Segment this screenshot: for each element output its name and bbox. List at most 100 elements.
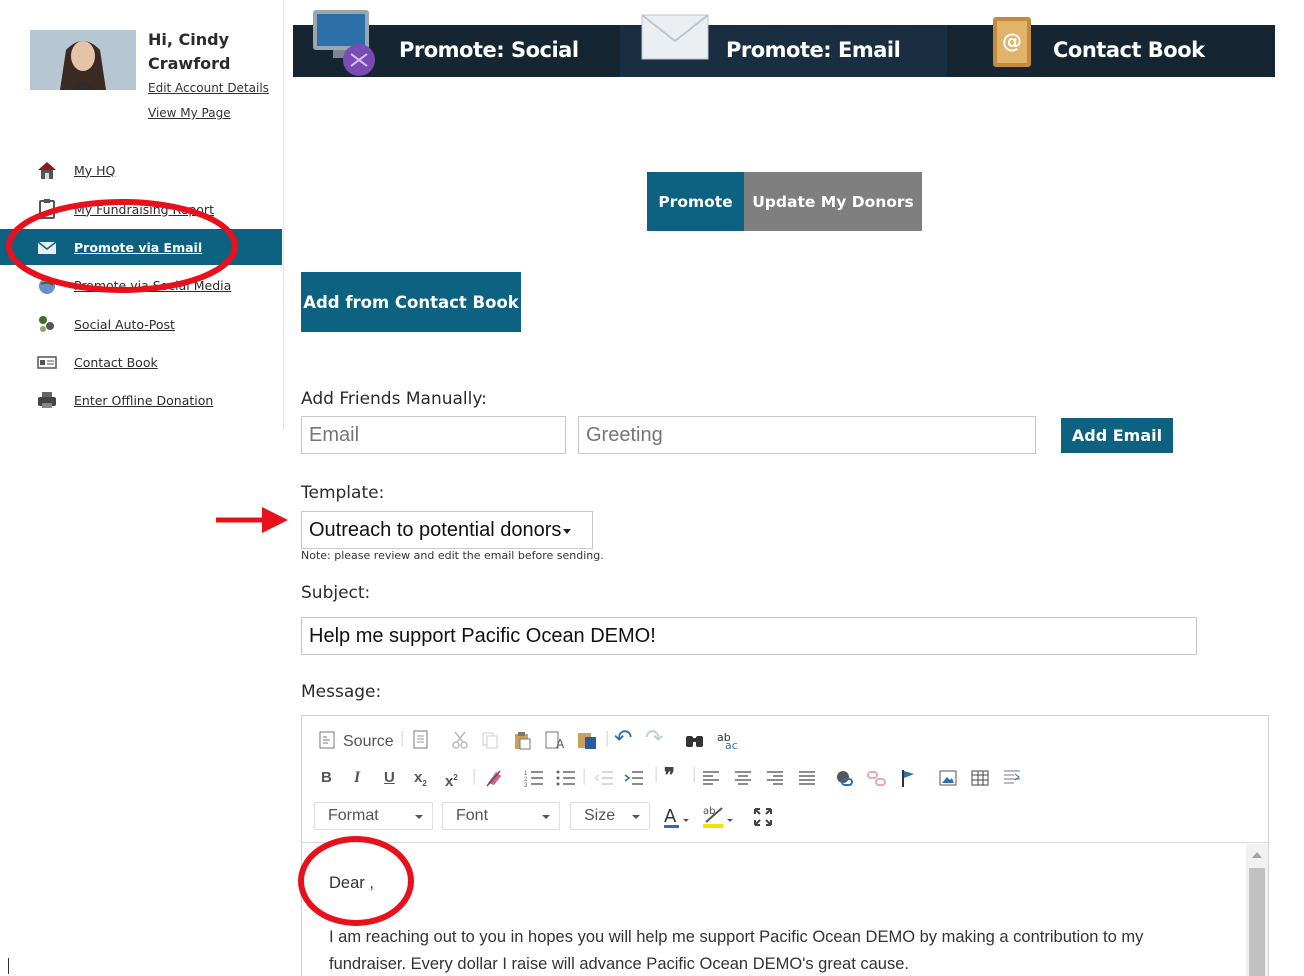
source-button[interactable]: Source <box>343 732 394 752</box>
message-body-line: I am reaching out to you in hopes you wi… <box>329 928 1144 946</box>
bullet-list-icon[interactable] <box>555 768 577 793</box>
add-friends-label: Add Friends Manually: <box>301 389 487 409</box>
chevron-down-icon <box>632 815 640 819</box>
subscript-button[interactable]: x2 <box>414 768 427 794</box>
email-input[interactable] <box>301 416 566 454</box>
toolbar-separator: | <box>692 764 697 783</box>
superscript-button[interactable]: x2 <box>445 768 458 792</box>
message-body-line: fundraiser. Every dollar I raise will ad… <box>329 955 909 973</box>
greeting-name: Hi, Cindy Crawford <box>148 28 231 76</box>
template-note: Note: please review and edit the email b… <box>301 549 604 562</box>
tab-promote-email[interactable]: Promote: Email <box>620 14 947 77</box>
add-from-contact-book-button[interactable]: Add from Contact Book <box>301 272 521 332</box>
paste-icon[interactable] <box>512 730 532 755</box>
view-my-page-link[interactable]: View My Page <box>148 106 231 120</box>
align-center-icon[interactable] <box>733 768 753 793</box>
subject-input[interactable]: Help me support Pacific Ocean DEMO! <box>301 617 1197 655</box>
tab-label: Promote: Email <box>726 38 901 62</box>
scrollbar-thumb[interactable] <box>1249 868 1265 976</box>
align-right-icon[interactable] <box>765 768 785 793</box>
underline-button[interactable]: U <box>384 768 395 788</box>
people-icon <box>36 314 58 334</box>
greeting-input[interactable] <box>578 416 1036 454</box>
source-icon[interactable] <box>318 730 338 755</box>
horizontal-rule-icon[interactable] <box>1002 768 1022 793</box>
address-book-icon: @ <box>989 15 1035 76</box>
image-icon[interactable] <box>938 768 958 793</box>
promote-button[interactable]: Promote <box>647 172 744 231</box>
chevron-down-icon <box>542 815 550 819</box>
numbered-list-icon[interactable]: 123 <box>523 768 545 793</box>
cut-icon[interactable] <box>450 730 470 755</box>
table-icon[interactable] <box>970 768 990 793</box>
editor-content[interactable]: Dear , I am reaching out to you in hopes… <box>302 844 1246 976</box>
paste-text-icon[interactable]: A <box>544 730 566 755</box>
svg-text:A: A <box>556 737 565 750</box>
svg-text:ac: ac <box>725 739 738 750</box>
dropdown-caret-icon <box>563 529 572 534</box>
sidebar-item-label: My HQ <box>74 162 116 178</box>
envelope-icon <box>640 13 712 68</box>
subject-label: Subject: <box>301 583 371 603</box>
toolbar-separator: | <box>582 766 587 785</box>
tab-contact-book[interactable]: @ Contact Book <box>947 17 1274 77</box>
toolbar-separator: | <box>472 766 477 785</box>
indent-icon[interactable] <box>623 768 645 793</box>
undo-icon[interactable]: ↶ <box>614 727 632 749</box>
edit-account-link[interactable]: Edit Account Details <box>148 81 269 95</box>
unlink-icon[interactable] <box>866 768 888 793</box>
annotation-arrow <box>216 507 288 533</box>
editor-scrollbar[interactable] <box>1246 844 1268 976</box>
avatar <box>30 30 136 90</box>
sidebar-item-contact-book[interactable]: Contact Book <box>0 344 282 380</box>
sidebar-item-my-hq[interactable]: My HQ <box>0 152 282 188</box>
template-label: Template: <box>301 483 385 503</box>
sidebar-item-social-autopost[interactable]: Social Auto-Post <box>0 306 282 342</box>
svg-text:@: @ <box>1002 29 1022 53</box>
tab-label: Contact Book <box>1053 38 1205 62</box>
font-label: Font <box>456 807 489 824</box>
align-left-icon[interactable] <box>701 768 721 793</box>
outdent-icon[interactable] <box>593 768 615 793</box>
scroll-up-icon[interactable] <box>1252 852 1262 858</box>
tab-promote-social[interactable]: Promote: Social <box>293 10 620 77</box>
contact-card-icon <box>36 352 58 372</box>
size-dropdown[interactable]: Size <box>570 802 650 830</box>
annotation-circle <box>298 836 414 926</box>
message-editor: Source | A | ↶ ↷ ab ac B I U x2 x2 | 123 … <box>301 715 1269 976</box>
paste-word-icon[interactable] <box>576 730 598 755</box>
justify-icon[interactable] <box>797 768 817 793</box>
find-icon[interactable] <box>684 730 706 755</box>
anchor-flag-icon[interactable] <box>899 768 919 793</box>
toolbar-separator: | <box>654 764 659 783</box>
format-dropdown[interactable]: Format <box>314 802 433 830</box>
remove-format-icon[interactable] <box>484 768 504 793</box>
sidebar-item-label: Social Auto-Post <box>74 316 175 332</box>
sidebar-item-offline-donation[interactable]: Enter Offline Donation <box>0 382 282 418</box>
text-color-icon[interactable]: A <box>663 806 695 835</box>
copy-icon[interactable] <box>480 730 500 755</box>
background-color-icon[interactable]: ab <box>702 804 738 835</box>
maximize-icon[interactable] <box>752 806 774 833</box>
link-icon[interactable] <box>834 768 856 793</box>
add-email-button[interactable]: Add Email <box>1061 418 1173 453</box>
new-page-icon[interactable] <box>412 730 430 755</box>
chevron-down-icon <box>415 815 423 819</box>
template-select[interactable]: Outreach to potential donors <box>301 511 593 549</box>
replace-icon[interactable]: ab ac <box>716 730 740 755</box>
font-dropdown[interactable]: Font <box>442 802 560 830</box>
blockquote-icon[interactable]: ❞ <box>664 766 675 786</box>
top-nav: Promote: Social Promote: Email @ Contact… <box>293 10 1275 77</box>
template-selected-value: Outreach to potential donors <box>309 518 562 541</box>
svg-text:A: A <box>664 806 677 827</box>
toolbar-separator: | <box>605 728 610 747</box>
update-donors-button[interactable]: Update My Donors <box>744 172 922 231</box>
sidebar-item-label: Enter Offline Donation <box>74 392 214 408</box>
house-icon <box>36 160 58 180</box>
printer-icon <box>36 390 58 410</box>
message-label: Message: <box>301 682 382 702</box>
bold-button[interactable]: B <box>321 768 332 788</box>
sidebar-item-label: Contact Book <box>74 354 158 370</box>
italic-button[interactable]: I <box>354 768 360 788</box>
redo-icon[interactable]: ↷ <box>645 727 663 749</box>
